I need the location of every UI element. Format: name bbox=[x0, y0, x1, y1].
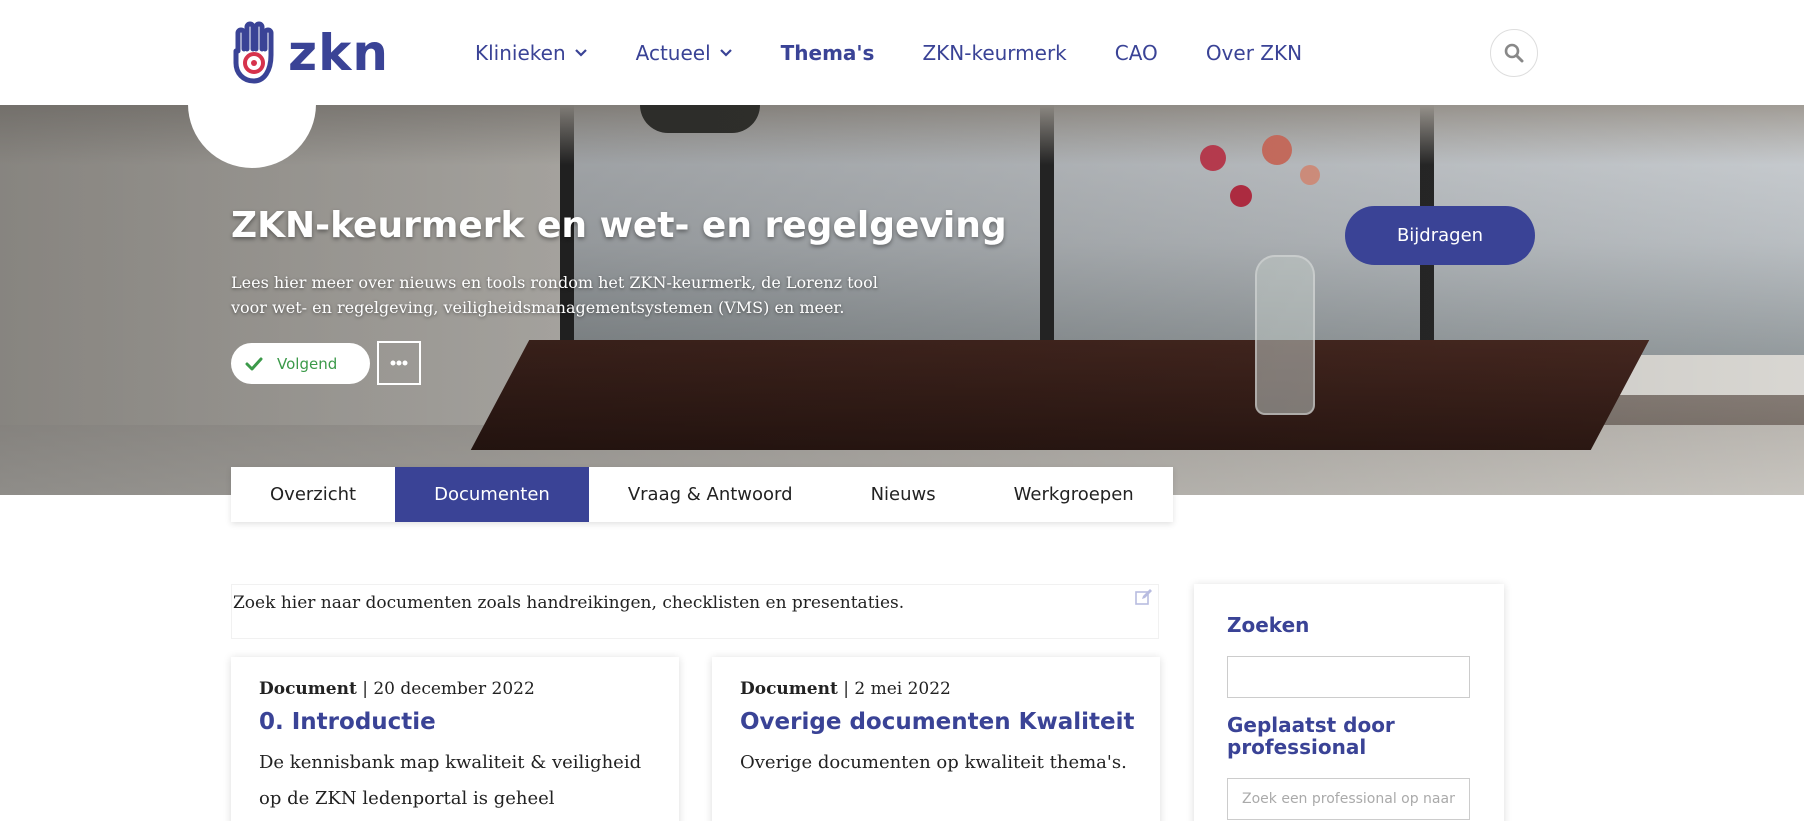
card-body: De kennisbank map kwaliteit & veiligheid… bbox=[259, 752, 642, 809]
search-input[interactable] bbox=[1227, 656, 1470, 698]
card-type: Document bbox=[259, 679, 357, 699]
follow-button[interactable]: Volgend bbox=[231, 343, 370, 384]
nav-over-zkn[interactable]: Over ZKN bbox=[1206, 41, 1302, 65]
tab-werkgroepen[interactable]: Werkgroepen bbox=[975, 467, 1173, 522]
more-options-button[interactable] bbox=[377, 341, 421, 385]
tab-documenten[interactable]: Documenten bbox=[395, 467, 589, 522]
tab-overzicht[interactable]: Overzicht bbox=[231, 467, 395, 522]
hand-logo-icon bbox=[233, 21, 274, 84]
card-meta: Document | 20 december 2022 bbox=[259, 679, 535, 699]
nav-label: Klinieken bbox=[475, 40, 566, 65]
posted-by-heading: Geplaatst door professional bbox=[1227, 713, 1395, 759]
nav-cao[interactable]: CAO bbox=[1115, 41, 1158, 65]
search-heading: Zoeken bbox=[1227, 613, 1310, 637]
card-title[interactable]: Overige documenten Kwaliteit bbox=[740, 709, 1134, 735]
filter-sidebar: Zoeken Geplaatst door professional bbox=[1194, 584, 1504, 821]
check-icon bbox=[245, 357, 263, 370]
document-card[interactable]: Document | 2 mei 2022 Overige documenten… bbox=[712, 657, 1160, 821]
card-body: Overige documenten op kwaliteit thema's. bbox=[740, 752, 1127, 773]
nav-label: Thema's bbox=[780, 40, 875, 65]
nav-klinieken[interactable]: Klinieken bbox=[475, 41, 588, 65]
section-tabs: Overzicht Documenten Vraag & Antwoord Ni… bbox=[231, 467, 1173, 522]
nav-label: ZKN-keurmerk bbox=[922, 40, 1067, 65]
ellipsis-icon bbox=[390, 360, 408, 366]
tab-nieuws[interactable]: Nieuws bbox=[832, 467, 975, 522]
nav-actueel[interactable]: Actueel bbox=[636, 41, 733, 65]
page-description: Lees hier meer over nieuws en tools rond… bbox=[231, 273, 878, 317]
chevron-down-icon bbox=[719, 48, 732, 57]
search-icon bbox=[1504, 43, 1524, 63]
card-type: Document bbox=[740, 679, 838, 699]
site-header: zkn Klinieken Actueel Thema's ZKN-keurme… bbox=[0, 0, 1804, 105]
search-button[interactable] bbox=[1490, 29, 1538, 77]
intro-text: Zoek hier naar documenten zoals handreik… bbox=[233, 593, 905, 613]
main-nav: Klinieken Actueel Thema's ZKN-keurmerk C… bbox=[475, 0, 1350, 105]
card-date: 2 mei 2022 bbox=[854, 679, 951, 699]
page-title: ZKN-keurmerk en wet- en regelgeving bbox=[231, 205, 1007, 246]
card-meta: Document | 2 mei 2022 bbox=[740, 679, 951, 699]
logo-wordmark: zkn bbox=[288, 24, 389, 82]
card-date: 20 december 2022 bbox=[373, 679, 535, 699]
card-title[interactable]: 0. Introductie bbox=[259, 709, 651, 735]
nav-label: Over ZKN bbox=[1205, 40, 1303, 65]
zkn-logo[interactable]: zkn bbox=[230, 20, 390, 86]
nav-themas[interactable]: Thema's bbox=[781, 41, 875, 65]
follow-label: Volgend bbox=[277, 354, 338, 373]
documents-intro: Zoek hier naar documenten zoals handreik… bbox=[231, 584, 1159, 639]
nav-label: CAO bbox=[1114, 40, 1158, 65]
contribute-button[interactable]: Bijdragen bbox=[1345, 206, 1535, 265]
nav-zkn-keurmerk[interactable]: ZKN-keurmerk bbox=[922, 41, 1066, 65]
edit-icon[interactable] bbox=[1134, 587, 1154, 607]
document-card[interactable]: Document | 20 december 2022 0. Introduct… bbox=[231, 657, 679, 821]
tab-vraag-antwoord[interactable]: Vraag & Antwoord bbox=[589, 467, 832, 522]
nav-label: Actueel bbox=[635, 40, 711, 65]
professional-search-input[interactable] bbox=[1227, 778, 1470, 820]
chevron-down-icon bbox=[574, 48, 587, 57]
